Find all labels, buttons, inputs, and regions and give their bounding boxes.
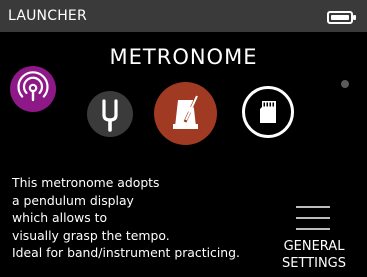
sd-card-icon [260, 101, 276, 123]
page-indicator-dot [341, 80, 349, 88]
general-settings-label-line1: GENERAL [283, 239, 345, 254]
app-sd-card-button[interactable] [242, 86, 294, 138]
battery-icon [327, 11, 356, 24]
wireless-broadcast-icon [17, 71, 49, 102]
app-wireless-button[interactable] [10, 66, 56, 112]
status-bar: LAUNCHER [0, 0, 367, 32]
app-description: This metronome adopts a pendulum display… [12, 175, 240, 260]
app-tuner-button[interactable] [87, 91, 133, 137]
menu-icon [296, 206, 330, 232]
general-settings-button[interactable]: GENERAL SETTINGS [278, 204, 350, 274]
app-metronome-button[interactable] [154, 82, 217, 145]
tuning-fork-icon [102, 99, 118, 132]
general-settings-label: GENERAL SETTINGS [278, 238, 350, 272]
general-settings-label-line2: SETTINGS [281, 256, 346, 271]
metronome-icon [173, 95, 198, 129]
screen-title: LAUNCHER [8, 8, 87, 24]
